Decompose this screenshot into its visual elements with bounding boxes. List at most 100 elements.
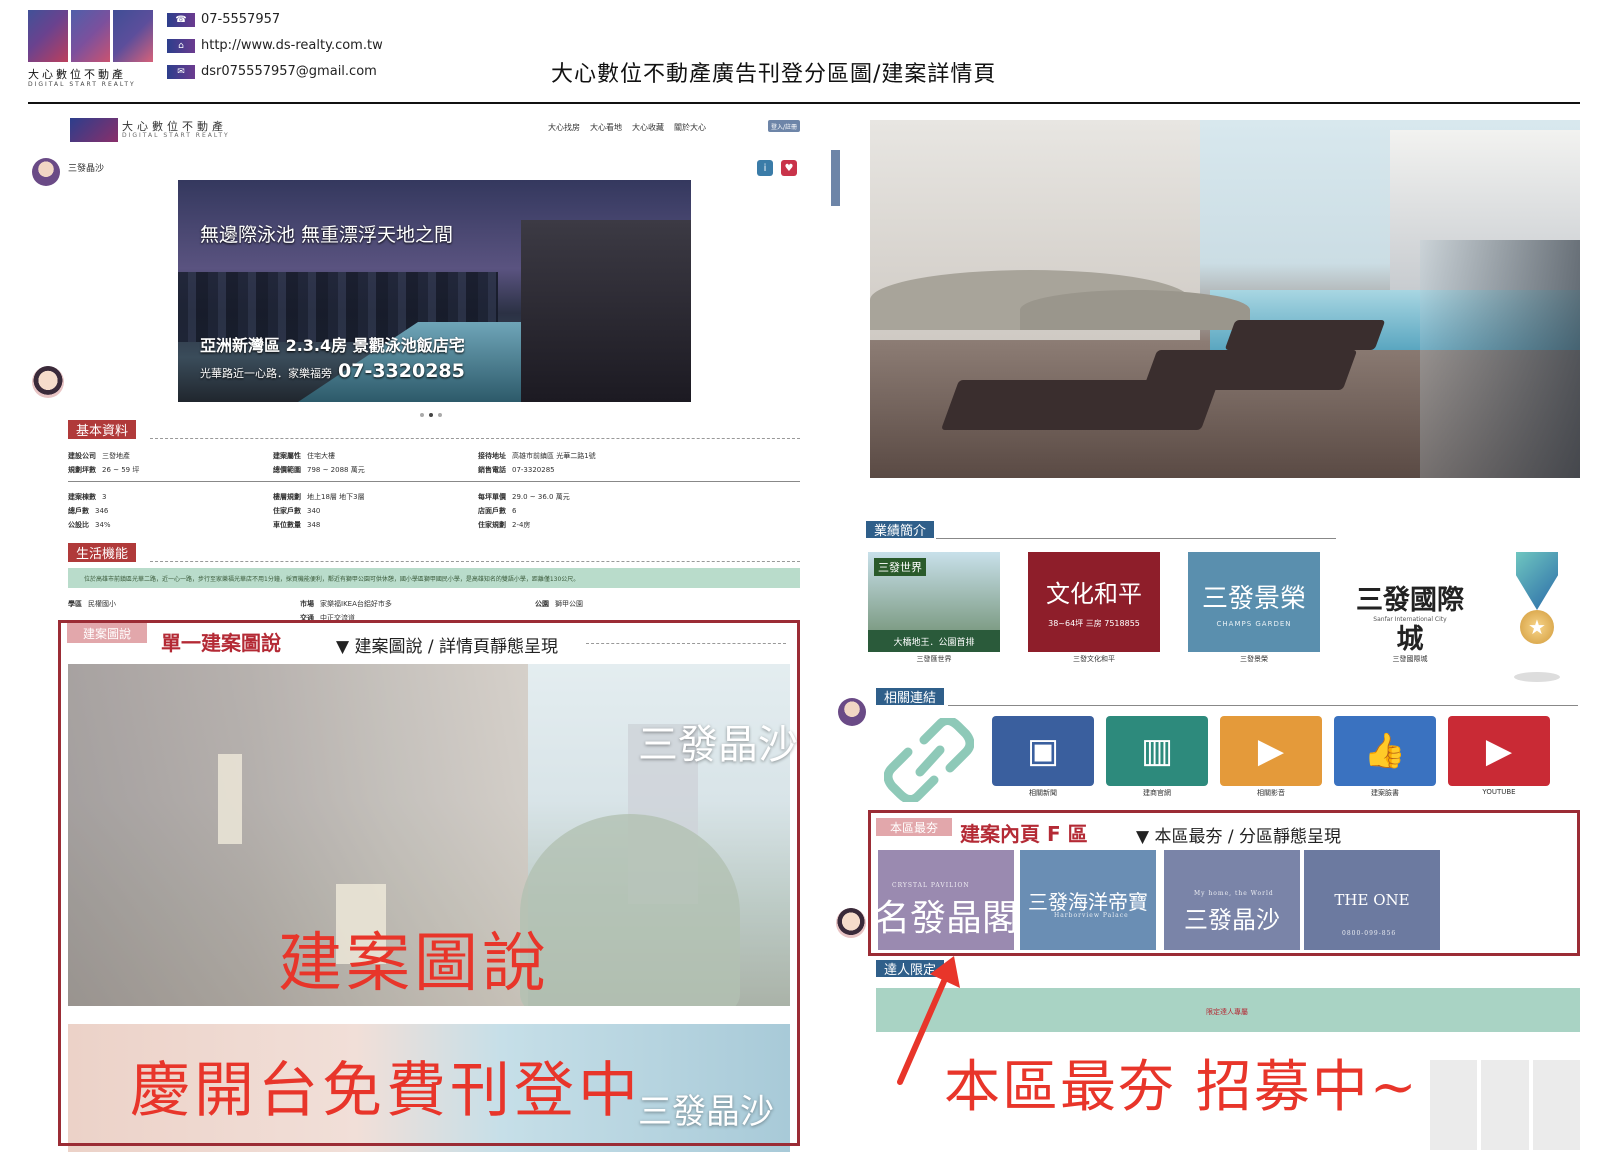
info-item: 建案屬性 住宅大樓 bbox=[273, 452, 335, 460]
youtube-link[interactable]: ▶ bbox=[1448, 716, 1550, 786]
hero-address: 光華路近一心路．家樂福旁 bbox=[200, 367, 332, 380]
info-item: 規劃坪數 26 ~ 59 坪 bbox=[68, 466, 140, 474]
link-caption: 相關影音 bbox=[1257, 789, 1285, 797]
performance-caption: 三發國際城 bbox=[1392, 655, 1428, 663]
life-description: 位於高雄市前鎮區光華二路，近一心一路，步行至家樂福光華店不用1分鐘，採買機能便利… bbox=[84, 576, 580, 583]
info-item: 銷售電話 07-3320285 bbox=[478, 466, 555, 474]
best-highlight-box bbox=[868, 810, 1580, 956]
info-item: 住家規劃 2-4房 bbox=[478, 521, 531, 529]
nav-land[interactable]: 大心看地 bbox=[590, 122, 622, 133]
basic-info-divider bbox=[150, 438, 800, 439]
nav-favorites[interactable]: 大心收藏 bbox=[632, 122, 664, 133]
carousel-dots[interactable] bbox=[420, 413, 442, 417]
performance-card-tagline: 大橋地王．公園首排 bbox=[868, 630, 1000, 652]
logo-mark bbox=[28, 10, 154, 62]
video-camera-icon: ▶ bbox=[1257, 731, 1285, 771]
project-name: 三發晶沙 bbox=[68, 164, 105, 174]
info-item: 店面戶數 6 bbox=[478, 507, 517, 515]
link-chain-icon[interactable] bbox=[884, 718, 974, 802]
mail-icon: ✉ bbox=[167, 64, 195, 79]
hero-contact: 光華路近一心路．家樂福旁 07-3320285 bbox=[200, 360, 465, 382]
life-item: 市場 家樂福IKEA台鋁好市多 bbox=[300, 600, 392, 608]
info-item: 總戶數 346 bbox=[68, 507, 109, 515]
info-item: 接待地址 高雄市前鎮區 光華二路1號 bbox=[478, 452, 596, 460]
login-button[interactable]: 登入/註冊 bbox=[768, 120, 800, 132]
info-item: 樓層規劃 地上18層 地下3層 bbox=[273, 493, 365, 501]
link-caption: 相關新聞 bbox=[1029, 789, 1057, 797]
agent-avatar-2[interactable] bbox=[838, 698, 866, 726]
phone-icon: ☎ bbox=[167, 12, 195, 27]
performance-card-tagline: CHAMPS GARDEN bbox=[1216, 620, 1292, 628]
nav-find-home[interactable]: 大心找房 bbox=[548, 122, 580, 133]
info-item: 公設比 34% bbox=[68, 521, 111, 529]
life-divider bbox=[150, 561, 800, 562]
email-text[interactable]: dsr075557957@gmail.com bbox=[201, 64, 377, 79]
contact-phone: ☎ 07-5557957 bbox=[167, 12, 280, 27]
building-icon: ▥ bbox=[1140, 731, 1174, 771]
heart-icon[interactable]: ♥ bbox=[781, 160, 797, 176]
life-function-tag: 生活機能 bbox=[68, 543, 137, 562]
performance-card[interactable]: 三發國際城 Sanfar International City bbox=[1344, 552, 1476, 655]
info-item: 建案棟數 3 bbox=[68, 493, 107, 501]
video-link[interactable]: ▶ bbox=[1220, 716, 1322, 786]
info-item: 建設公司 三發地產 bbox=[68, 452, 130, 460]
performance-card-title: 文化和平 bbox=[1046, 580, 1142, 608]
facebook-link[interactable]: 👍 bbox=[1334, 716, 1436, 786]
performance-card-tagline: 38~64坪 三房 7518855 bbox=[1048, 619, 1140, 628]
performance-card[interactable]: 三發世界 大橋地王．公園首排 bbox=[868, 552, 1000, 652]
website-text[interactable]: http://www.ds-realty.com.tw bbox=[201, 38, 383, 53]
info-divider bbox=[68, 481, 800, 482]
phone-text: 07-5557957 bbox=[201, 12, 281, 27]
terrace-photo[interactable] bbox=[870, 120, 1580, 478]
performance-caption: 三發文化和平 bbox=[1073, 655, 1115, 663]
performance-divider bbox=[936, 538, 1336, 539]
info-icon[interactable]: i bbox=[757, 160, 773, 176]
youtube-icon: ▶ bbox=[1485, 731, 1513, 771]
site-logo-mark[interactable] bbox=[70, 118, 118, 142]
hero-phone: 07-3320285 bbox=[338, 360, 465, 382]
home-icon: ⌂ bbox=[167, 38, 195, 53]
header-divider bbox=[28, 102, 1580, 104]
performance-card-title: 三發景榮 bbox=[1201, 584, 1306, 614]
assistant-avatar[interactable] bbox=[32, 366, 64, 398]
hero-headline: 無邊際泳池 無重漂浮天地之間 bbox=[200, 224, 454, 246]
life-item: 學區 民權國小 bbox=[68, 600, 116, 608]
header-logo[interactable]: 大心數位不動產 DIGITAL START REALTY bbox=[28, 10, 154, 88]
logo-name: 大心數位不動產 bbox=[28, 68, 126, 81]
agent-avatar[interactable] bbox=[32, 158, 60, 186]
official-site-link[interactable]: ▥ bbox=[1106, 716, 1208, 786]
performance-caption: 三發匯世界 bbox=[916, 655, 952, 663]
hero-subtitle: 亞洲新灣區 2.3.4房 景觀泳池飯店宅 bbox=[200, 336, 465, 355]
annotation-recruiting: 本區最夯 招募中~ bbox=[944, 1055, 1419, 1120]
newspaper-icon: ▣ bbox=[1026, 731, 1060, 771]
gallery-highlight-box bbox=[58, 620, 800, 1146]
life-item: 公園 獅甲公園 bbox=[535, 600, 583, 608]
performance-tag: 業績簡介 bbox=[866, 521, 935, 539]
news-link[interactable]: ▣ bbox=[992, 716, 1094, 786]
assistant-avatar-2[interactable] bbox=[836, 908, 866, 938]
info-item: 住家戶數 340 bbox=[273, 507, 321, 515]
vip-link[interactable]: 限定達人專屬 bbox=[1206, 1007, 1248, 1017]
page: 大心數位不動產 DIGITAL START REALTY ☎ 07-555795… bbox=[0, 0, 1600, 1152]
performance-card[interactable]: 三發景榮 CHAMPS GARDEN bbox=[1188, 552, 1320, 652]
basic-info-tag: 基本資料 bbox=[68, 420, 137, 439]
performance-card-tagline: Sanfar International City bbox=[1373, 616, 1447, 623]
medal-icon: ★ bbox=[1506, 552, 1568, 692]
page-title: 大心數位不動產廣告刊登分區圖/建案詳情頁 bbox=[551, 62, 997, 87]
dsr-watermark bbox=[1430, 1060, 1580, 1150]
thumbs-up-icon: 👍 bbox=[1363, 731, 1407, 771]
performance-card-title: 三發世界 bbox=[874, 558, 926, 576]
info-item: 總價範圍 798 ~ 2088 萬元 bbox=[273, 466, 365, 474]
site-logo-sub: DIGITAL START REALTY bbox=[122, 132, 230, 139]
performance-card[interactable]: 文化和平 38~64坪 三房 7518855 bbox=[1028, 552, 1160, 652]
performance-caption: 三發景榮 bbox=[1240, 655, 1268, 663]
link-caption: YOUTUBE bbox=[1482, 788, 1516, 796]
link-caption: 建案臉書 bbox=[1371, 789, 1399, 797]
link-caption: 建商官網 bbox=[1143, 789, 1171, 797]
info-item: 車位數量 348 bbox=[273, 521, 321, 529]
side-tab[interactable] bbox=[831, 150, 840, 206]
contact-email[interactable]: ✉ dsr075557957@gmail.com bbox=[167, 64, 377, 79]
contact-website[interactable]: ⌂ http://www.ds-realty.com.tw bbox=[167, 38, 383, 53]
nav-about[interactable]: 關於大心 bbox=[674, 122, 706, 133]
related-links-tag: 相關連結 bbox=[876, 688, 945, 706]
